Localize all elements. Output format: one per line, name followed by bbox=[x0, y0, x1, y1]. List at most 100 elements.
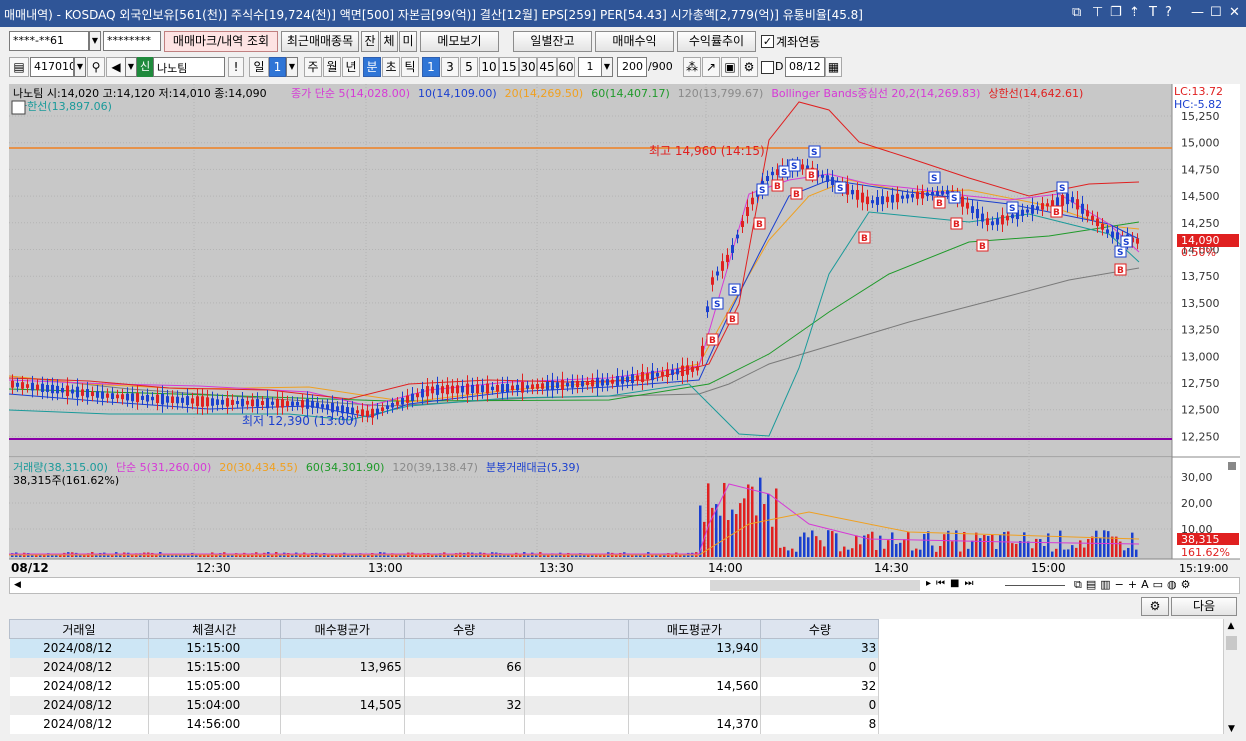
scroll-left-icon[interactable]: ◀ bbox=[10, 578, 25, 593]
table-row[interactable]: 2024/08/12 15:15:00 13,940 33 bbox=[9, 638, 1223, 658]
tab-period-year[interactable]: 년 bbox=[342, 57, 360, 77]
table-cell bbox=[404, 676, 525, 696]
profit-trend-button[interactable]: 수익률추이 bbox=[677, 31, 756, 52]
chart-scrollbar[interactable]: ◀ ▸⏮■⏭ ⧉▤▥−+A▭◍⚙ bbox=[9, 577, 1240, 594]
interval-dropdown-icon[interactable]: ▼ bbox=[601, 57, 613, 77]
arrow-icon[interactable]: ⇡ bbox=[1129, 5, 1140, 20]
row-filler bbox=[878, 714, 1223, 734]
stock-code-input[interactable]: 417010 bbox=[30, 57, 74, 77]
table-scroll-thumb[interactable] bbox=[1225, 636, 1237, 650]
tab-period-unit[interactable]: 1 bbox=[269, 57, 286, 77]
minute-60-button[interactable]: 60 bbox=[557, 57, 575, 77]
minute-15-button[interactable]: 15 bbox=[499, 57, 519, 77]
minute-1-button[interactable]: 1 bbox=[422, 57, 440, 77]
chart-area[interactable]: 15,250 15,000 14,750 14,500 14,250 14,000 13,7… bbox=[9, 84, 1240, 576]
window-title: 매매내역) - KOSDAQ 외국인보유[561(천)] 주식수[19,724(… bbox=[4, 8, 863, 22]
chart-type-icon[interactable]: ▤ bbox=[9, 57, 29, 77]
calendar-icon[interactable]: ▦ bbox=[825, 57, 842, 77]
daily-balance-button[interactable]: 일별잔고 bbox=[513, 31, 592, 52]
table-cell bbox=[524, 714, 629, 734]
column-header[interactable]: 수량 bbox=[403, 619, 525, 639]
minute-45-button[interactable]: 45 bbox=[537, 57, 557, 77]
executed-button[interactable]: 체 bbox=[380, 31, 398, 52]
sound-icon[interactable]: ◀ bbox=[106, 57, 126, 77]
save-icon[interactable]: ▣ bbox=[721, 57, 739, 77]
column-header[interactable]: 수량 bbox=[760, 619, 880, 639]
link-icon[interactable]: ⧉ bbox=[1072, 5, 1081, 20]
unit-dropdown-icon[interactable]: ▼ bbox=[286, 57, 298, 77]
maximize-icon[interactable]: ☐ bbox=[1210, 5, 1222, 20]
total-count-label: /900 bbox=[648, 60, 673, 73]
table-row[interactable]: 2024/08/12 15:04:00 14,505 32 0 bbox=[9, 695, 1223, 715]
table-toggle-icon[interactable] bbox=[11, 100, 26, 115]
drawing-tool-icon[interactable]: ⁂ bbox=[683, 57, 701, 77]
axis-bg bbox=[1172, 84, 1240, 559]
chart-tools-icon[interactable]: ⧉▤▥−+A▭◍⚙ bbox=[1074, 578, 1239, 593]
tab-period-month[interactable]: 월 bbox=[323, 57, 341, 77]
minute-30-button[interactable]: 30 bbox=[519, 57, 537, 77]
tab-period-week[interactable]: 주 bbox=[304, 57, 322, 77]
table-cell bbox=[524, 638, 629, 658]
next-button[interactable]: 다음 bbox=[1171, 597, 1237, 616]
gear-icon[interactable]: ⚙ bbox=[1141, 597, 1169, 616]
table-cell: 0 bbox=[760, 695, 880, 715]
lc-label: LC:13.72 bbox=[1174, 85, 1223, 98]
trendline-icon[interactable]: ↗ bbox=[702, 57, 720, 77]
scroll-down-icon[interactable]: ▼ bbox=[1224, 724, 1239, 734]
memo-button[interactable]: 메모보기 bbox=[420, 31, 499, 52]
stock-name-field[interactable]: 나노팀 bbox=[153, 57, 225, 77]
view-count-input[interactable]: 200 bbox=[617, 57, 647, 77]
tab-period-day[interactable]: 일 bbox=[249, 57, 269, 77]
account-dropdown-icon[interactable]: ▼ bbox=[89, 31, 101, 51]
search-icon[interactable]: ⚲ bbox=[87, 57, 105, 77]
trade-mark-button[interactable]: 매매마크/내역 조회 bbox=[164, 31, 278, 52]
restore-window-icon[interactable]: ❐ bbox=[1110, 5, 1122, 20]
zoom-slider-icon[interactable] bbox=[1005, 585, 1065, 586]
minimize-icon[interactable]: — bbox=[1191, 5, 1204, 20]
tab-period-second[interactable]: 초 bbox=[382, 57, 400, 77]
price-tick-label: 13,000 bbox=[1181, 350, 1220, 363]
date-checkbox[interactable] bbox=[761, 61, 774, 74]
settings-icon[interactable]: ⚙ bbox=[740, 57, 758, 77]
column-header[interactable] bbox=[523, 619, 629, 639]
table-cell: 66 bbox=[404, 657, 525, 677]
minute-5-button[interactable]: 5 bbox=[460, 57, 478, 77]
scroll-up-icon[interactable]: ▲ bbox=[1224, 619, 1238, 634]
font-icon[interactable]: T bbox=[1149, 5, 1157, 20]
tab-period-tick[interactable]: 틱 bbox=[401, 57, 419, 77]
account-select[interactable]: ****-**61 bbox=[9, 31, 89, 51]
trade-profit-button[interactable]: 매매수익 bbox=[595, 31, 674, 52]
interval-input[interactable]: 1 bbox=[578, 57, 602, 77]
minute-3-button[interactable]: 3 bbox=[441, 57, 459, 77]
scroll-thumb[interactable] bbox=[710, 580, 920, 591]
column-header[interactable]: 매도평균가 bbox=[627, 619, 762, 639]
table-cell: 14,370 bbox=[628, 714, 762, 734]
close-icon[interactable]: ✕ bbox=[1229, 5, 1240, 20]
table-cell: 0 bbox=[760, 657, 880, 677]
recent-stocks-button[interactable]: 최근매매종목 bbox=[281, 31, 359, 52]
balance-button[interactable]: 잔 bbox=[361, 31, 379, 52]
help-icon[interactable]: ? bbox=[1165, 5, 1172, 20]
unexecuted-button[interactable]: 미 bbox=[399, 31, 417, 52]
table-scrollbar[interactable]: ▲ ▼ bbox=[1223, 619, 1238, 734]
minute-10-button[interactable]: 10 bbox=[479, 57, 499, 77]
table-row[interactable]: 2024/08/12 15:15:00 13,965 66 0 bbox=[9, 657, 1223, 677]
playback-controls-icon[interactable]: ▸⏮■⏭ bbox=[926, 578, 1002, 593]
price-tick-label: 12,250 bbox=[1181, 430, 1220, 443]
column-header[interactable]: 체결시간 bbox=[147, 619, 281, 639]
account-link-checkbox[interactable]: ✓ bbox=[761, 35, 774, 48]
sound-dropdown-icon[interactable]: ▼ bbox=[125, 57, 137, 77]
table-row[interactable]: 2024/08/12 15:05:00 14,560 32 bbox=[9, 676, 1223, 696]
tab-period-minute[interactable]: 분 bbox=[363, 57, 381, 77]
table-cell: 14,505 bbox=[280, 695, 405, 715]
table-row[interactable]: 2024/08/12 14:56:00 14,370 8 bbox=[9, 714, 1223, 734]
password-input[interactable]: ******** bbox=[103, 31, 161, 51]
column-header[interactable]: 매수평균가 bbox=[279, 619, 405, 639]
column-header[interactable]: 거래일 bbox=[9, 619, 149, 639]
expand-pane-icon[interactable] bbox=[1228, 462, 1236, 470]
alert-icon[interactable]: ! bbox=[228, 57, 244, 77]
date-label: D bbox=[775, 60, 784, 73]
code-dropdown-icon[interactable]: ▼ bbox=[74, 57, 86, 77]
date-input[interactable]: 08/12 bbox=[785, 57, 825, 77]
pin-icon[interactable]: ⊤ bbox=[1092, 5, 1103, 20]
